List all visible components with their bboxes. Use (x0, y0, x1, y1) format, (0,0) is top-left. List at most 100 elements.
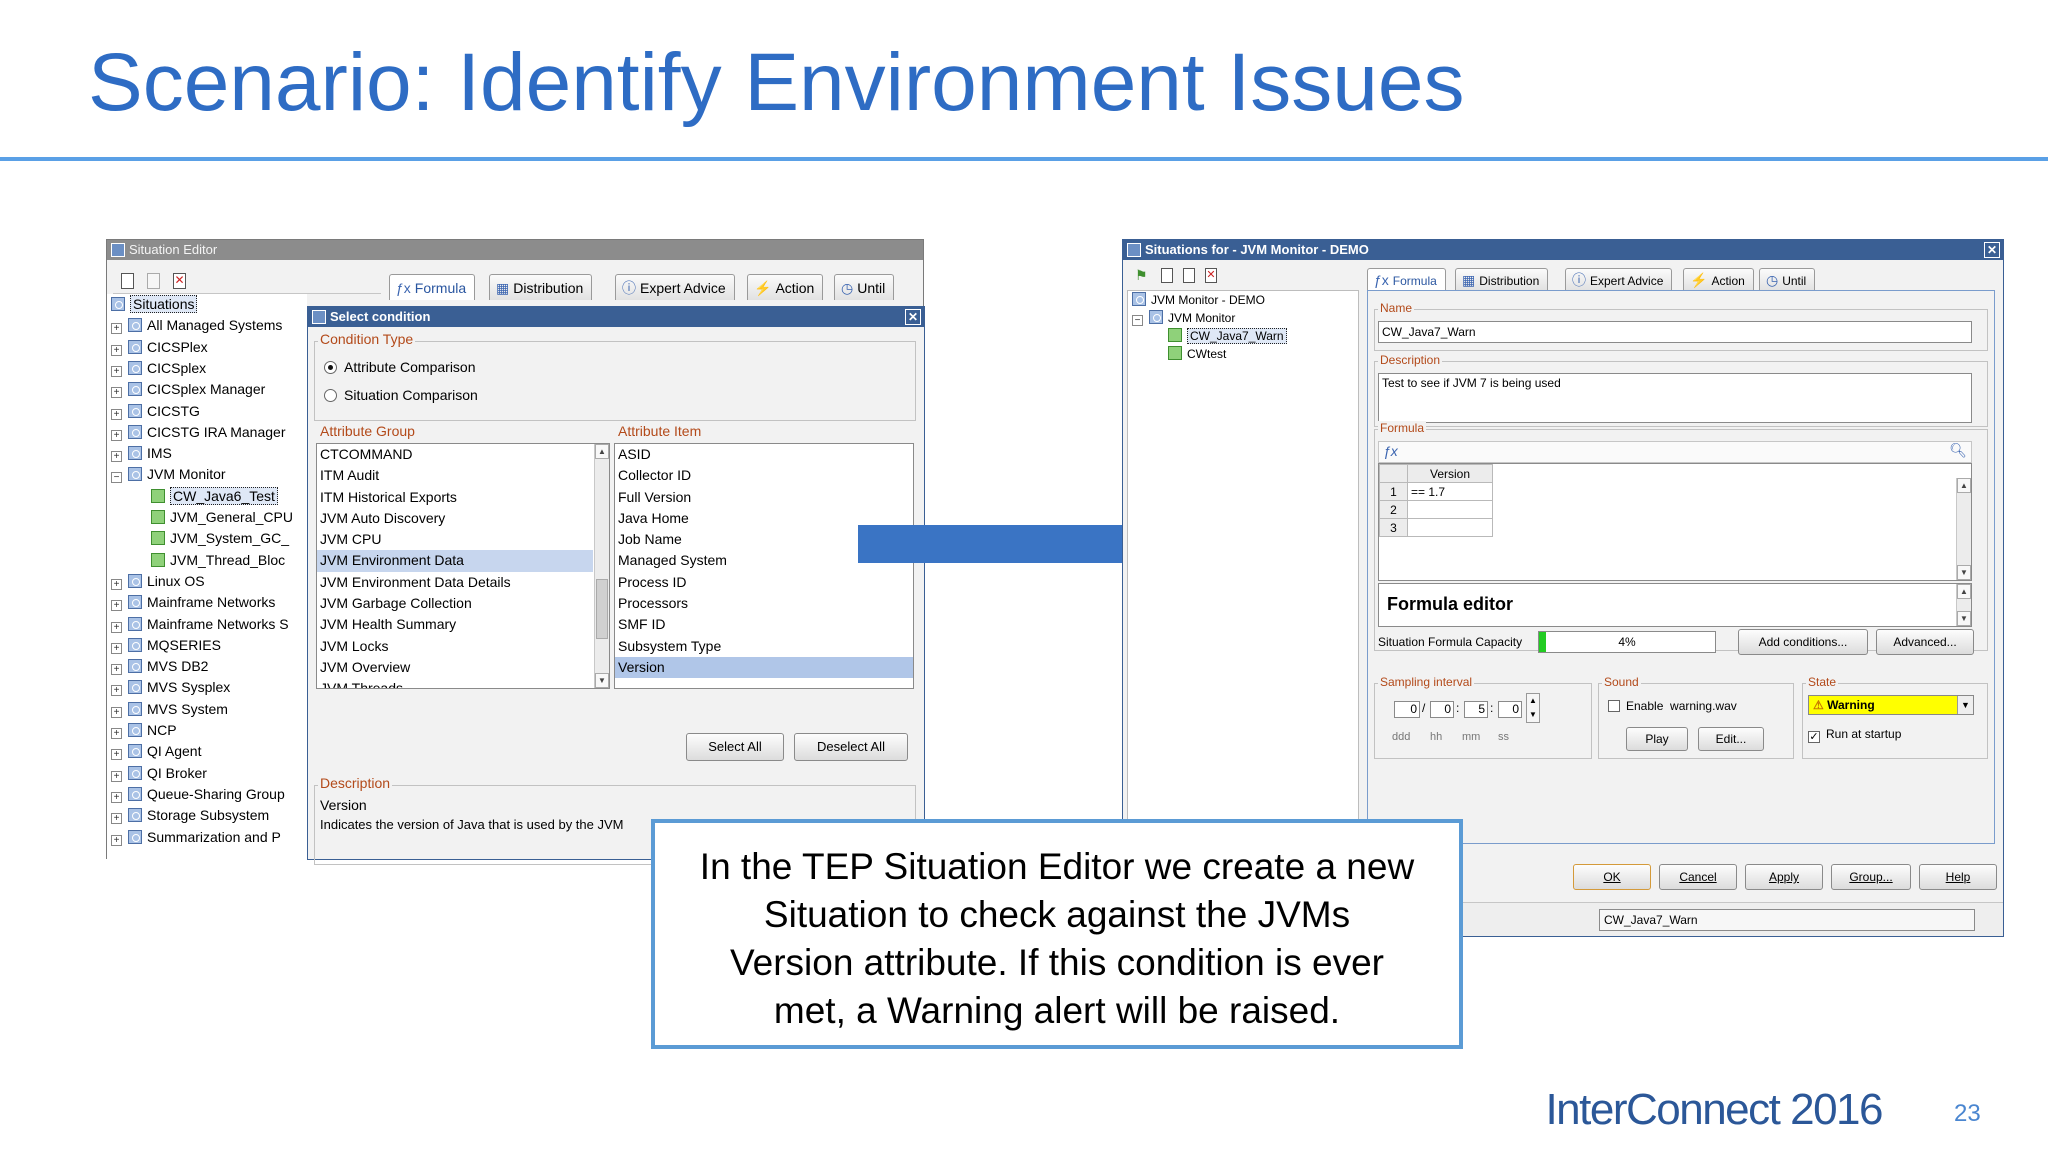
tree-item[interactable]: + CICSplex (111, 358, 206, 379)
expand-icon[interactable]: + (111, 685, 122, 697)
filter-icon[interactable]: ⚑ (1135, 268, 1149, 282)
close-icon[interactable]: ✕ (1984, 242, 2000, 258)
tree-node-jvm-monitor-demo[interactable]: JVM Monitor - DEMO (1132, 291, 1265, 309)
sampling-minutes-field[interactable]: 5 (1464, 701, 1488, 718)
tree-item[interactable]: CW_Java6_Test (151, 486, 278, 507)
help-button[interactable]: Help (1919, 864, 1997, 890)
tree-item[interactable]: + Mainframe Networks S (111, 614, 289, 635)
attribute-item[interactable]: SMF ID (615, 614, 913, 635)
delete-situation-icon[interactable]: ✕ (173, 273, 186, 289)
attribute-group-item[interactable]: CTCOMMAND (317, 444, 593, 465)
run-at-startup-checkbox[interactable]: ✓ Run at startup (1808, 727, 1901, 743)
new-situation-icon[interactable] (1161, 268, 1173, 283)
tree-item[interactable]: + QI Broker (111, 763, 207, 784)
tree-root[interactable]: Situations (111, 294, 198, 315)
radio-attribute-comparison[interactable]: Attribute Comparison (324, 359, 476, 375)
tree-item[interactable]: + QI Agent (111, 741, 201, 762)
tab-distribution[interactable]: ▦ Distribution (1455, 268, 1549, 290)
attribute-group-item[interactable]: ITM Audit (317, 465, 593, 486)
attribute-group-item[interactable]: ITM Historical Exports (317, 487, 593, 508)
attribute-group-list[interactable]: CTCOMMAND ITM Audit ITM Historical Exports… (316, 443, 610, 689)
formula-fx-icon[interactable]: ƒx (1383, 443, 1398, 459)
expand-icon[interactable]: + (111, 600, 122, 612)
collapse-icon[interactable]: − (111, 472, 122, 484)
expand-icon[interactable]: + (111, 387, 122, 399)
tab-distribution[interactable]: ▦ Distribution (489, 274, 593, 300)
expand-icon[interactable]: + (111, 642, 122, 654)
attribute-group-scrollbar[interactable]: ▲ ▼ (594, 444, 609, 688)
expand-icon[interactable]: + (111, 365, 122, 377)
scroll-down-icon[interactable]: ▼ (595, 673, 609, 688)
attribute-item[interactable]: Version (615, 656, 913, 679)
deselect-all-button[interactable]: Deselect All (794, 733, 908, 761)
chevron-down-icon[interactable]: ▼ (1957, 696, 1973, 714)
attribute-group-item[interactable]: JVM Health Summary (317, 614, 593, 635)
cancel-button[interactable]: Cancel (1659, 864, 1737, 890)
attribute-group-item[interactable]: JVM Threads (317, 678, 593, 688)
formula-row[interactable]: 1 == 1.7 (1379, 482, 1493, 501)
scroll-thumb[interactable] (596, 579, 608, 639)
state-select[interactable]: ⚠ Warning ▼ (1808, 695, 1974, 715)
expand-icon[interactable]: + (111, 323, 122, 335)
tab-formula[interactable]: ƒx Formula (1367, 268, 1446, 290)
collapse-icon[interactable]: − (1132, 315, 1143, 326)
copy-situation-icon[interactable] (1183, 268, 1195, 283)
attribute-item[interactable]: Subsystem Type (615, 636, 913, 657)
attribute-item[interactable]: ASID (615, 444, 913, 465)
tree-item[interactable]: + Mainframe Networks (111, 592, 275, 613)
expand-icon[interactable]: + (111, 578, 122, 590)
tab-until[interactable]: ◷ Until (1759, 268, 1816, 290)
scroll-up-icon[interactable]: ▲ (595, 444, 609, 459)
attribute-group-item[interactable]: JVM Auto Discovery (317, 508, 593, 529)
attribute-group-item[interactable]: JVM CPU (317, 529, 593, 550)
play-button[interactable]: Play (1626, 727, 1688, 751)
formula-cell[interactable] (1407, 500, 1493, 519)
advanced-button[interactable]: Advanced... (1876, 629, 1974, 655)
select-all-button[interactable]: Select All (686, 733, 784, 761)
tree-item[interactable]: JVM_General_CPU (151, 507, 293, 528)
sampling-days-field[interactable]: 0 (1394, 701, 1420, 718)
tree-item[interactable]: + CICSPlex (111, 337, 208, 358)
tree-node-cwtest[interactable]: CWtest (1168, 345, 1226, 363)
tab-expert-advice[interactable]: ⓘ Expert Advice (615, 274, 735, 300)
description-field[interactable]: Test to see if JVM 7 is being used (1378, 373, 1972, 423)
expand-icon[interactable]: + (111, 621, 122, 633)
expand-icon[interactable]: + (111, 728, 122, 739)
sampling-seconds-field[interactable]: 0 (1498, 701, 1522, 718)
attribute-group-item[interactable]: JVM Environment Data Details (317, 572, 593, 593)
tree-item[interactable]: + Queue-Sharing Group (111, 784, 285, 805)
delete-situation-icon[interactable]: ✕ (1205, 268, 1217, 283)
tree-item[interactable]: + MVS System (111, 699, 228, 720)
tree-item[interactable]: + CICSTG IRA Manager (111, 422, 286, 443)
expand-icon[interactable]: + (111, 706, 122, 718)
spinner-icon[interactable]: ▲ ▼ (1526, 693, 1540, 723)
copy-situation-icon[interactable] (147, 273, 160, 289)
name-field[interactable]: CW_Java7_Warn (1378, 321, 1972, 343)
formula-cell[interactable] (1407, 518, 1493, 537)
expand-icon[interactable]: + (111, 749, 122, 761)
formula-table[interactable]: Version 1 == 1.7 2 3 (1379, 464, 1493, 537)
expand-icon[interactable]: + (111, 429, 122, 441)
formula-cell[interactable]: == 1.7 (1407, 482, 1493, 501)
tree-item[interactable]: + MQSERIES (111, 635, 221, 656)
add-conditions-button[interactable]: Add conditions... (1738, 629, 1868, 655)
new-situation-icon[interactable] (121, 273, 134, 289)
formula-editor-area[interactable]: Formula editor ▲ ▼ (1378, 583, 1972, 627)
formula-scrollbar[interactable]: ▲ ▼ (1956, 478, 1971, 580)
tree-item[interactable]: JVM_System_GC_ (151, 528, 289, 549)
attribute-item[interactable]: Collector ID (615, 465, 913, 486)
scroll-down-icon[interactable]: ▼ (1957, 565, 1971, 580)
tree-item[interactable]: + NCP (111, 720, 177, 741)
attribute-group-item[interactable]: JVM Garbage Collection (317, 593, 593, 614)
apply-button[interactable]: Apply (1745, 864, 1823, 890)
expand-icon[interactable]: + (111, 791, 122, 803)
expand-icon[interactable]: + (111, 834, 122, 846)
expand-icon[interactable]: + (111, 408, 122, 420)
tree-item[interactable]: + Summarization and P (111, 827, 281, 848)
attribute-item[interactable]: Processors (615, 593, 913, 614)
tree-item[interactable]: + MVS DB2 (111, 656, 208, 677)
attribute-group-item[interactable]: JVM Overview (317, 657, 593, 678)
group-button[interactable]: Group... (1831, 864, 1911, 890)
expand-icon[interactable]: + (111, 344, 122, 356)
tab-action[interactable]: ⚡ Action (747, 274, 824, 300)
